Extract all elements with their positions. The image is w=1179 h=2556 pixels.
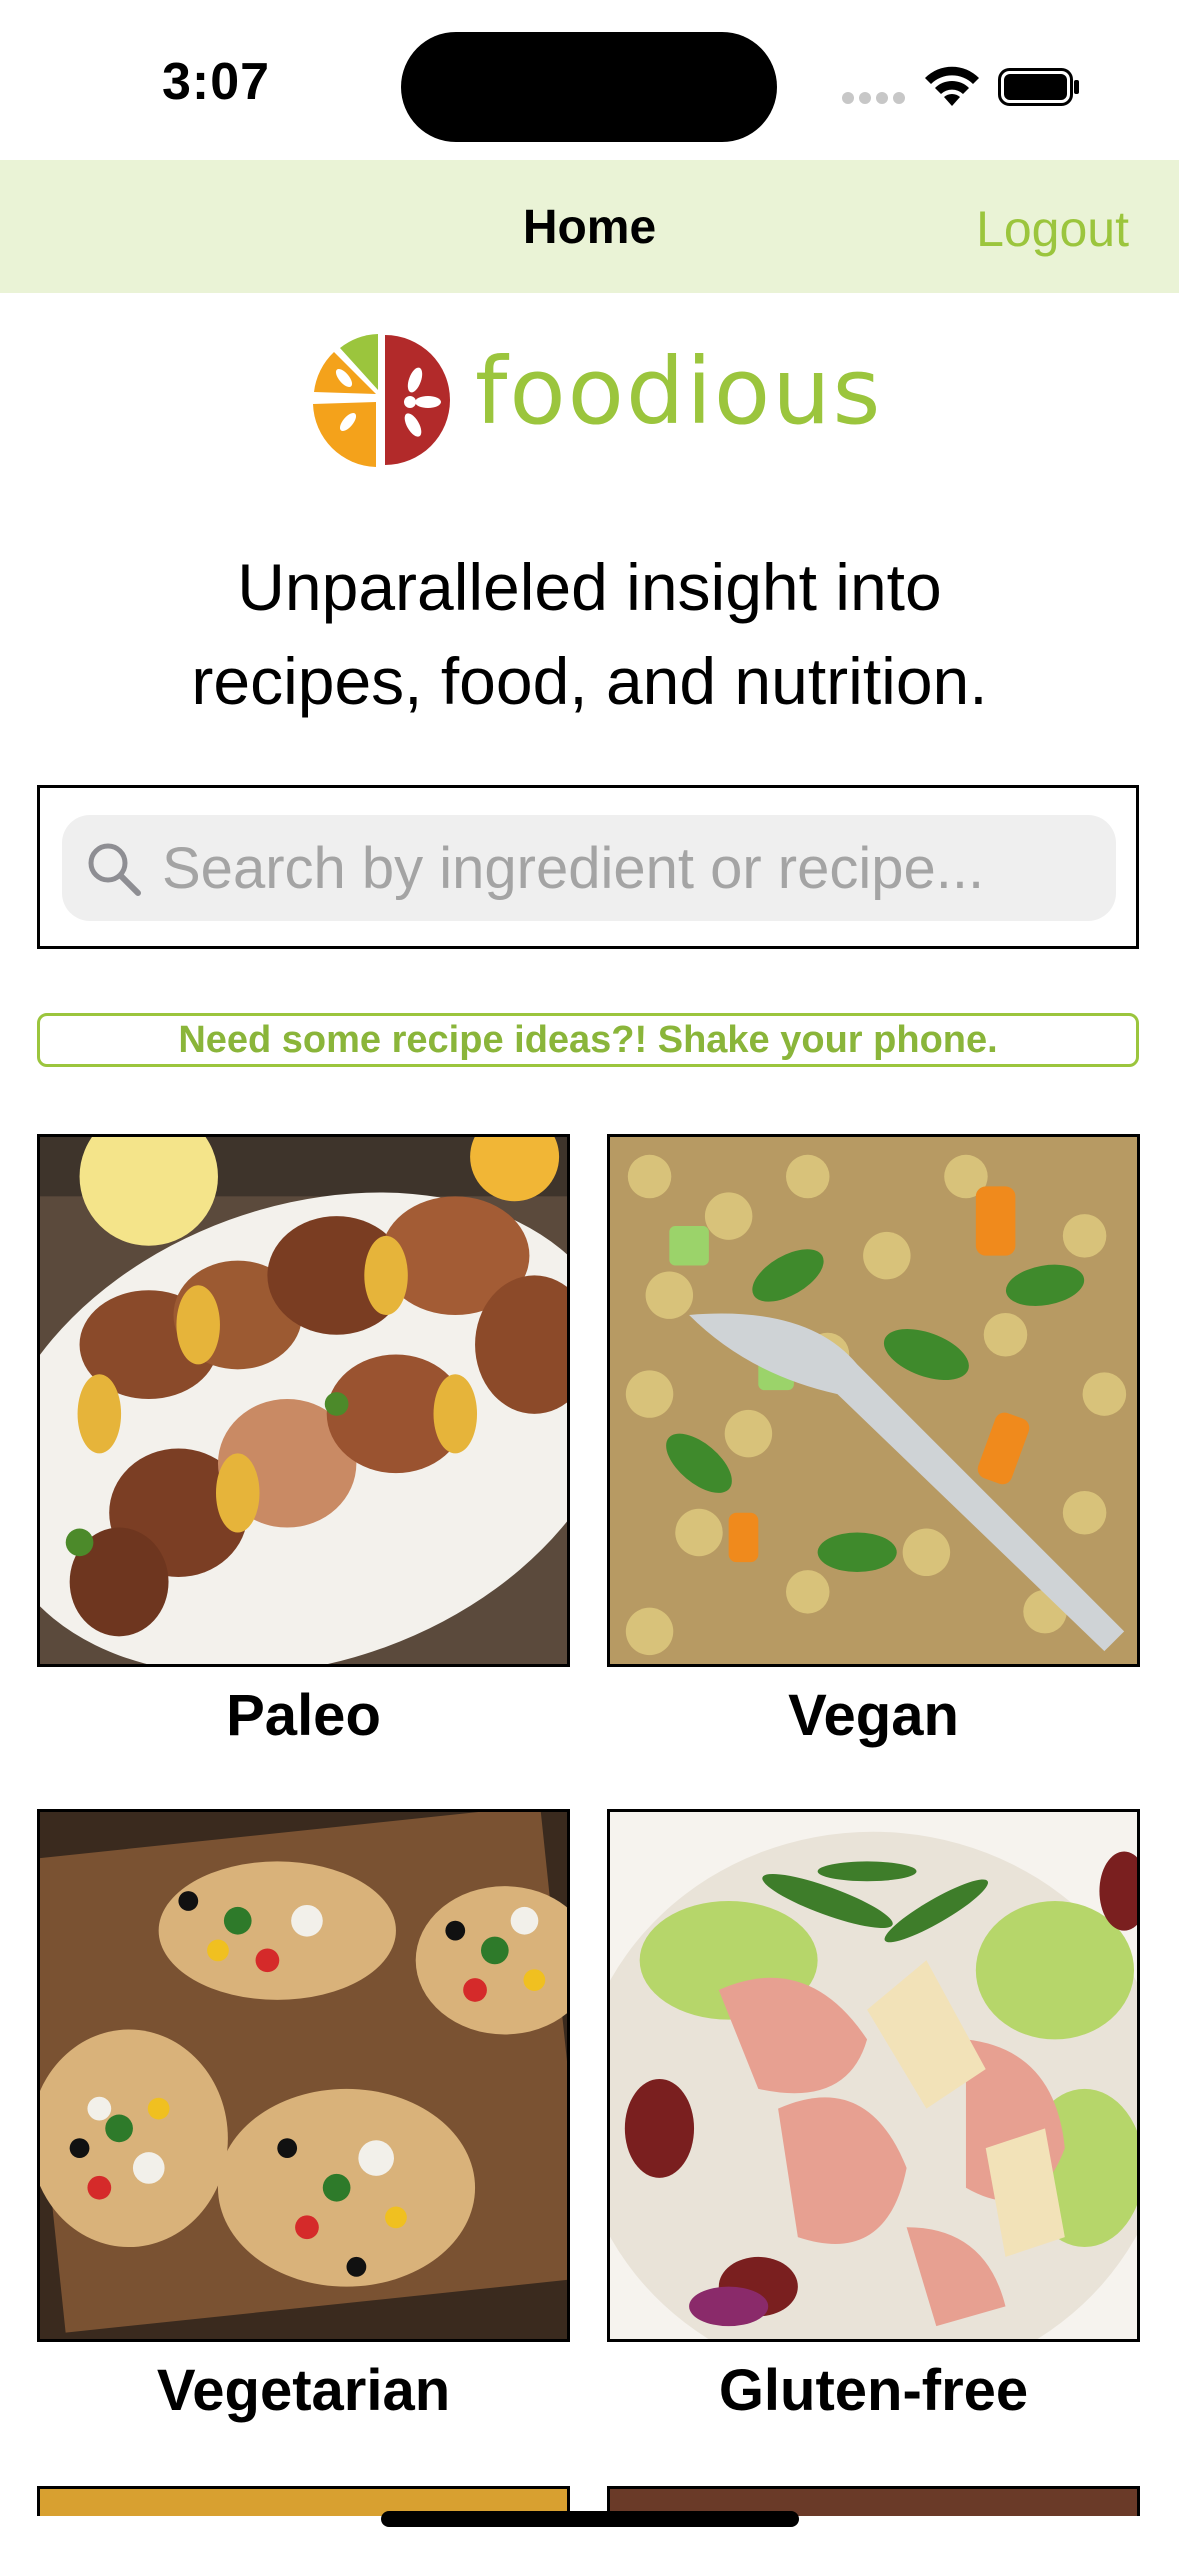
dynamic-island <box>401 32 777 142</box>
battery-icon <box>998 68 1079 106</box>
search-icon <box>88 843 141 896</box>
logo-wordmark: foodious <box>475 338 883 445</box>
category-label: Vegetarian <box>156 2358 451 2423</box>
tagline-line-1: Unparalleled insight into <box>237 550 942 624</box>
cellular-signal-icon <box>842 92 906 106</box>
wifi-icon <box>925 66 979 106</box>
logo-mark-icon <box>313 334 450 467</box>
tagline: Unparalleled insight into recipes, food,… <box>60 540 1119 728</box>
gluten-free-image <box>607 1809 1140 2342</box>
status-bar: 3:07 <box>0 0 1179 160</box>
search-input[interactable] <box>162 815 1092 921</box>
search-container <box>37 785 1139 949</box>
foodious-logo: foodious <box>310 330 880 470</box>
shake-hint-banner: Need some recipe ideas?! Shake your phon… <box>37 1013 1139 1067</box>
paleo-image <box>37 1134 570 1667</box>
status-time: 3:07 <box>162 53 271 111</box>
navigation-bar: Home Logout <box>0 160 1179 293</box>
category-label: Gluten-free <box>718 2358 1029 2423</box>
vegetarian-image <box>37 1809 570 2342</box>
home-indicator[interactable] <box>381 2511 799 2527</box>
search-field[interactable] <box>62 815 1116 921</box>
category-label: Paleo <box>226 1683 381 1748</box>
vegan-image <box>607 1134 1140 1667</box>
logout-button[interactable]: Logout <box>976 200 1129 258</box>
category-label: Vegan <box>788 1683 959 1748</box>
tagline-line-2: recipes, food, and nutrition. <box>191 644 988 718</box>
